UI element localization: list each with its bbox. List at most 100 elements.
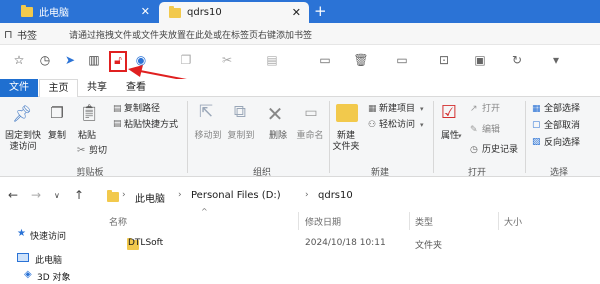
folder-icon [107,190,119,202]
copy-button[interactable]: 复制 [46,131,68,142]
tab-label: qdrs10 [187,7,222,18]
paste-shortcut-button[interactable]: 粘贴快捷方式 [124,120,178,131]
star-icon: ★ [17,228,26,239]
edit-button[interactable]: 编辑 [482,125,500,136]
file-date: 2024/10/18 10:11 [305,238,386,248]
tab-share[interactable]: 共享 [82,79,112,97]
new-item-dropdown[interactable]: 新建项目 [379,104,415,115]
chevron-down-icon: ▾ [458,132,462,140]
close-icon[interactable]: ✕ [292,6,301,19]
new-folder-label-line2: 文件夹 [332,142,360,152]
bookmark-label[interactable]: 书签 [17,27,37,42]
cut-button[interactable]: 剪切 [89,146,107,157]
folder-outline-icon[interactable]: ▭ [317,52,333,68]
copy-icon[interactable]: ❐ [178,52,194,68]
breadcrumb-this-pc[interactable]: 此电脑 [135,190,165,205]
select-none-button[interactable]: 全部取消 [544,121,580,132]
pc-icon [17,253,29,262]
rename-button[interactable]: 重命名 [292,131,328,142]
open-button[interactable]: 打开 [482,104,500,115]
select-all-button[interactable]: 全部选择 [544,104,580,115]
column-header-name[interactable]: 名称 [109,215,127,228]
nav-quick-access[interactable]: 快速访问 [30,229,66,242]
group-label-new: 新建 [370,168,389,178]
paste-button[interactable]: 粘贴 [76,131,98,142]
invert-selection-button[interactable]: 反向选择 [544,138,580,149]
move-to-icon: ⇱ [198,102,214,122]
column-header-date[interactable]: 修改日期 [305,215,341,228]
history-button[interactable]: 历史记录 [482,145,518,156]
open-icon: ↗ [470,104,478,114]
window-icon[interactable]: ▣ [472,52,488,68]
paste-shortcut-icon: ▤ [113,119,122,129]
new-folder-button[interactable]: 新建 文件夹 [330,131,362,153]
split-view-icon[interactable]: ▥ [86,52,102,68]
column-divider[interactable] [298,212,299,230]
tab-home[interactable]: 主页 [39,79,78,98]
cut-icon[interactable]: ✂ [219,52,235,68]
paste-icon[interactable]: ▤ [264,52,280,68]
tab-qdrs10[interactable]: qdrs10 ✕ [159,2,309,23]
nav-3d-objects[interactable]: 3D 对象 [37,270,71,283]
send-icon[interactable]: ➤ [62,52,78,68]
new-tab-button[interactable]: + [314,2,327,20]
tab-file[interactable]: 文件 [0,79,38,97]
new-item-icon: ▦ [368,104,377,114]
pin-to-quick-access-button[interactable]: 固定到快速访问 [2,131,44,153]
chevron-down-icon[interactable]: ∨ [54,191,60,200]
breadcrumb-drive[interactable]: Personal Files (D:) [191,190,281,201]
column-header-size[interactable]: 大小 [504,215,522,228]
chevron-right-icon: › [178,190,182,200]
delete-button[interactable]: 删除 [264,131,292,142]
close-icon[interactable]: ✕ [141,5,150,18]
monitor-icon[interactable]: ▭ [394,52,410,68]
breadcrumb-folder[interactable]: qdrs10 [318,190,353,201]
copy-to-button[interactable]: 复制到 [225,131,257,142]
easy-access-icon: ⚇ [368,120,377,130]
new-folder-icon [336,104,358,122]
folder-move-icon[interactable]: ⊡ [436,52,452,68]
column-divider[interactable] [409,212,410,230]
group-label-organize: 组织 [252,168,271,178]
select-all-icon: ▦ [532,104,541,114]
tab-view[interactable]: 查看 [121,79,151,97]
clipboard-icon: 📋︎ [79,103,100,122]
copy-to-icon: ⧉ [233,102,247,122]
properties-icon: ☑ [440,102,458,123]
ribbon-divider [187,101,188,173]
move-to-button[interactable]: 移动到 [192,131,224,142]
folder-icon [21,4,33,17]
eye-icon[interactable]: ◉ [133,52,149,68]
file-type: 文件夹 [415,241,443,251]
group-label-clipboard: 剪贴板 [76,168,104,178]
pin-icon: 📌︎ [12,104,33,123]
new-folder-label-line1: 新建 [336,131,355,141]
delete-icon: ✕ [266,102,284,126]
clock-icon[interactable]: ◷ [37,52,53,68]
tab-label: 此电脑 [39,8,69,19]
up-arrow-icon[interactable]: ↑ [74,188,84,202]
column-divider[interactable] [498,212,499,230]
dropdown-icon[interactable]: ▾ [548,52,564,68]
refresh-icon[interactable]: ↻ [509,52,525,68]
cube-icon: ◈ [24,269,32,280]
history-icon: ◷ [470,145,478,155]
file-name[interactable]: DTLSoft [128,238,163,248]
folder-icon [169,5,181,18]
sort-chevron-icon: ^ [201,207,208,216]
column-header-type[interactable]: 类型 [415,215,433,228]
star-icon[interactable]: ☆ [11,52,27,68]
group-label-select: 选择 [549,168,568,178]
nav-this-pc[interactable]: 此电脑 [35,253,62,266]
ribbon-divider [525,101,526,173]
invert-selection-icon: ▨ [532,137,541,147]
unlock-icon[interactable]: 🔓︎ [111,53,125,68]
trash-icon[interactable]: 🗑︎ [353,52,369,68]
edit-icon: ✎ [470,125,478,135]
forward-arrow-icon[interactable]: → [31,188,41,202]
easy-access-dropdown[interactable]: 轻松访问 [379,120,415,131]
copy-path-button[interactable]: 复制路径 [124,104,160,115]
tab-this-pc[interactable]: 此电脑 ✕ [0,0,158,23]
back-arrow-icon[interactable]: ← [8,188,18,202]
rename-icon: ▭ [304,105,318,121]
